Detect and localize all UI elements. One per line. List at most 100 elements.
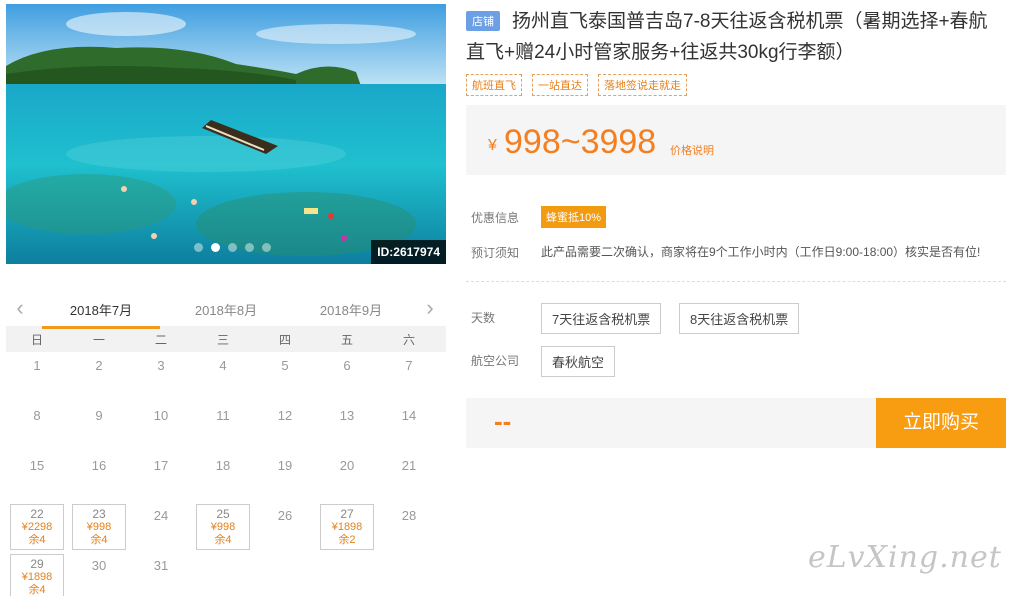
buy-now-button[interactable]: 立即购买 <box>876 398 1006 448</box>
day-number: 23 <box>92 507 106 521</box>
day-number: 2 <box>95 358 103 373</box>
calendar-day: 2 <box>68 352 130 402</box>
day-number: 10 <box>153 408 169 423</box>
day-stock: 余4 <box>28 584 46 596</box>
weekday-label: 六 <box>402 332 415 347</box>
slide-dot[interactable] <box>194 243 203 252</box>
days-label: 天数 <box>471 311 496 325</box>
airline-option-spring[interactable]: 春秋航空 <box>541 346 616 377</box>
day-number: 19 <box>277 458 293 473</box>
days-option-7[interactable]: 7天往返含税机票 <box>541 303 662 334</box>
days-option-8[interactable]: 8天往返含税机票 <box>679 303 800 334</box>
calendar-day: 30 <box>68 552 130 596</box>
shop-badge: 店铺 <box>466 11 500 31</box>
calendar-day: 19 <box>254 452 316 502</box>
product-photo: ID:2617974 <box>6 4 446 264</box>
price-box: ¥ 998~3998 价格说明 <box>466 105 1006 175</box>
month-tab-3[interactable]: 2018年9月 <box>306 300 396 319</box>
calendar-day: 17 <box>130 452 192 502</box>
slide-dot[interactable] <box>228 243 237 252</box>
currency-symbol: ¥ <box>488 137 497 154</box>
day-number: 6 <box>343 358 351 373</box>
image-id-label: ID:2617974 <box>371 240 446 264</box>
calendar-day: 4 <box>192 352 254 402</box>
tag-one-stop: 一站直达 <box>532 74 588 96</box>
notice-text: 此产品需要二次确认，商家将在9个工作小时内（工作日9:00-18:00）核实是否… <box>541 245 981 259</box>
day-price: ¥2298 <box>21 521 53 533</box>
calendar-day: 28 <box>378 502 440 552</box>
calendar-day-available[interactable]: 23 ¥998 余4 <box>72 504 126 550</box>
day-number: 27 <box>340 507 354 521</box>
day-number: 13 <box>339 408 355 423</box>
day-number: 14 <box>401 408 417 423</box>
date-calendar: ‹ 2018年7月 2018年8月 2018年9月 › 日一二三四五六 1234… <box>6 290 446 596</box>
calendar-day-available[interactable]: 29 ¥1898 余4 <box>10 554 64 596</box>
calendar-day: 7 <box>378 352 440 402</box>
slide-dot[interactable] <box>211 243 220 252</box>
slide-dot[interactable] <box>245 243 254 252</box>
day-number: 24 <box>153 508 169 523</box>
day-price: ¥1898 <box>331 521 363 533</box>
calendar-day: 14 <box>378 402 440 452</box>
day-price: ¥998 <box>210 521 236 533</box>
calendar-day: 11 <box>192 402 254 452</box>
day-price: ¥998 <box>86 521 112 533</box>
watermark-logo: eLvXing.net <box>808 540 1002 575</box>
total-price-bar: -- <box>466 398 876 448</box>
day-number: 17 <box>153 458 169 473</box>
weekday-header: 日一二三四五六 <box>6 326 446 352</box>
day-number: 26 <box>277 508 293 523</box>
calendar-day: 8 <box>6 402 68 452</box>
product-title: 扬州直飞泰国普吉岛7-8天往返含税机票（暑期选择+春航直飞+赠24小时管家服务+… <box>466 11 988 63</box>
day-number: 1 <box>33 358 41 373</box>
airline-label: 航空公司 <box>471 354 520 368</box>
calendar-day: 31 <box>130 552 192 596</box>
calendar-day: 3 <box>130 352 192 402</box>
calendar-day: 5 <box>254 352 316 402</box>
price-range: 998~3998 <box>504 123 657 161</box>
calendar-day: 26 <box>254 502 316 552</box>
beach-scene-illustration <box>6 4 446 264</box>
day-stock: 余4 <box>90 534 108 546</box>
calendar-day: 12 <box>254 402 316 452</box>
calendar-day: 1 <box>6 352 68 402</box>
calendar-day: 20 <box>316 452 378 502</box>
next-month-chevron-icon[interactable]: › <box>420 297 440 319</box>
day-number: 29 <box>30 557 44 571</box>
day-number: 18 <box>215 458 231 473</box>
tag-visa-on-arrival: 落地签说走就走 <box>598 74 687 96</box>
promo-label: 优惠信息 <box>471 211 520 225</box>
tag-direct-flight: 航班直飞 <box>466 74 522 96</box>
day-number: 15 <box>29 458 45 473</box>
day-number: 28 <box>401 508 417 523</box>
prev-month-chevron-icon[interactable]: ‹ <box>10 297 30 319</box>
day-number: 22 <box>30 507 44 521</box>
calendar-day-available[interactable]: 25 ¥998 余4 <box>196 504 250 550</box>
slide-dot[interactable] <box>262 243 271 252</box>
calendar-day: 24 <box>130 502 192 552</box>
weekday-label: 一 <box>92 332 105 347</box>
calendar-day: 10 <box>130 402 192 452</box>
promo-badge: 蜂蜜抵10% <box>541 206 607 228</box>
section-divider <box>466 281 1006 282</box>
weekday-label: 五 <box>340 332 353 347</box>
calendar-day: 6 <box>316 352 378 402</box>
weekday-label: 日 <box>30 332 43 347</box>
weekday-label: 四 <box>278 332 291 347</box>
day-stock: 余2 <box>338 534 356 546</box>
day-number: 4 <box>219 358 227 373</box>
weekday-label: 三 <box>216 332 229 347</box>
calendar-day-available[interactable]: 27 ¥1898 余2 <box>320 504 374 550</box>
product-tags: 航班直飞 一站直达 落地签说走就走 <box>466 74 687 96</box>
calendar-day-available[interactable]: 22 ¥2298 余4 <box>10 504 64 550</box>
price-note-link[interactable]: 价格说明 <box>670 142 714 158</box>
day-number: 31 <box>153 558 169 573</box>
month-tab-1[interactable]: 2018年7月 <box>42 300 160 329</box>
calendar-day: 18 <box>192 452 254 502</box>
day-number: 16 <box>91 458 107 473</box>
day-number: 11 <box>216 408 230 423</box>
notice-label: 预订须知 <box>471 246 520 260</box>
month-tab-2[interactable]: 2018年8月 <box>181 300 271 319</box>
calendar-day: 16 <box>68 452 130 502</box>
calendar-day: 21 <box>378 452 440 502</box>
